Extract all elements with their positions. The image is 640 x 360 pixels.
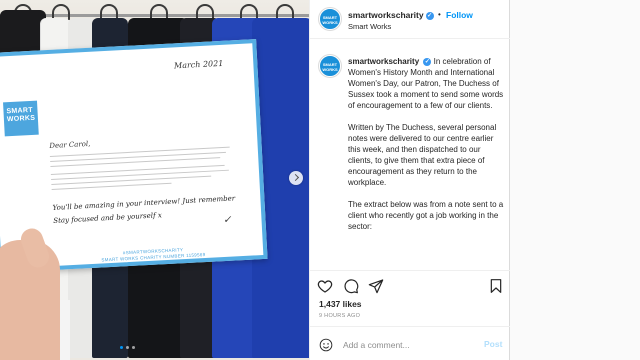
avatar[interactable]: SMART WORKS (319, 8, 341, 30)
add-comment-bar: Post (310, 326, 511, 360)
page-background (510, 0, 640, 360)
verified-icon: ✓ (425, 11, 434, 20)
carousel-dot (132, 346, 135, 349)
post-header: SMART WORKS smartworkscharity ✓ • Follow … (310, 0, 511, 39)
like-icon[interactable] (317, 278, 333, 294)
note-script-line: You'll be amazing in your interview! Jus… (52, 194, 236, 212)
location-link[interactable]: Smart Works (348, 22, 391, 31)
carousel-dot (120, 346, 123, 349)
carousel-dot (126, 346, 129, 349)
caption-paragraph: Written by The Duchess, several personal… (348, 123, 497, 187)
caption-paragraph: The extract below was from a note sent t… (348, 200, 504, 231)
username-text: smartworkscharity (348, 10, 424, 20)
note-greeting: Dear Carol, (49, 139, 91, 151)
post-comment-button[interactable]: Post (484, 339, 502, 349)
likes-count[interactable]: 1,437 likes (319, 299, 362, 309)
comment-icon[interactable] (343, 278, 359, 294)
chevron-right-icon[interactable] (289, 171, 303, 185)
post-caption: smartworkscharity ✓ In celebration of Wo… (348, 56, 506, 243)
smart-works-logo: SMART WORKS (3, 100, 39, 137)
header-separator: • (438, 10, 441, 19)
post-timestamp[interactable]: 9 HOURS AGO (319, 313, 360, 319)
username-link[interactable]: smartworkscharity ✓ (348, 10, 434, 20)
note-signature: ✓ (222, 214, 232, 227)
post-side-panel: SMART WORKS smartworkscharity ✓ • Follow … (309, 0, 511, 360)
caption-username[interactable]: smartworkscharity (348, 57, 419, 66)
note-footer: #SMARTWORKSCHARITY SMART WORKS CHARITY N… (101, 246, 206, 263)
save-icon[interactable] (488, 278, 504, 294)
instagram-post-view: SMART WORKS March 2021 Dear Carol, You'l… (0, 0, 640, 360)
emoji-icon[interactable] (319, 338, 333, 352)
follow-button[interactable]: Follow (446, 10, 473, 20)
comment-input[interactable] (343, 339, 473, 351)
share-icon[interactable] (368, 278, 384, 294)
note-script-line: Stay focused and be yourself x (53, 211, 162, 225)
verified-icon: ✓ (423, 57, 432, 66)
note-date: March 2021 (173, 58, 224, 71)
carousel-indicator (120, 346, 135, 349)
avatar[interactable]: SMART WORKS (319, 55, 341, 77)
post-photo[interactable]: SMART WORKS March 2021 Dear Carol, You'l… (0, 0, 309, 360)
caption-scroll-area[interactable]: SMART WORKS smartworkscharity ✓ In celeb… (310, 40, 511, 270)
post-actions: 1,437 likes 9 HOURS AGO Post (310, 270, 511, 360)
